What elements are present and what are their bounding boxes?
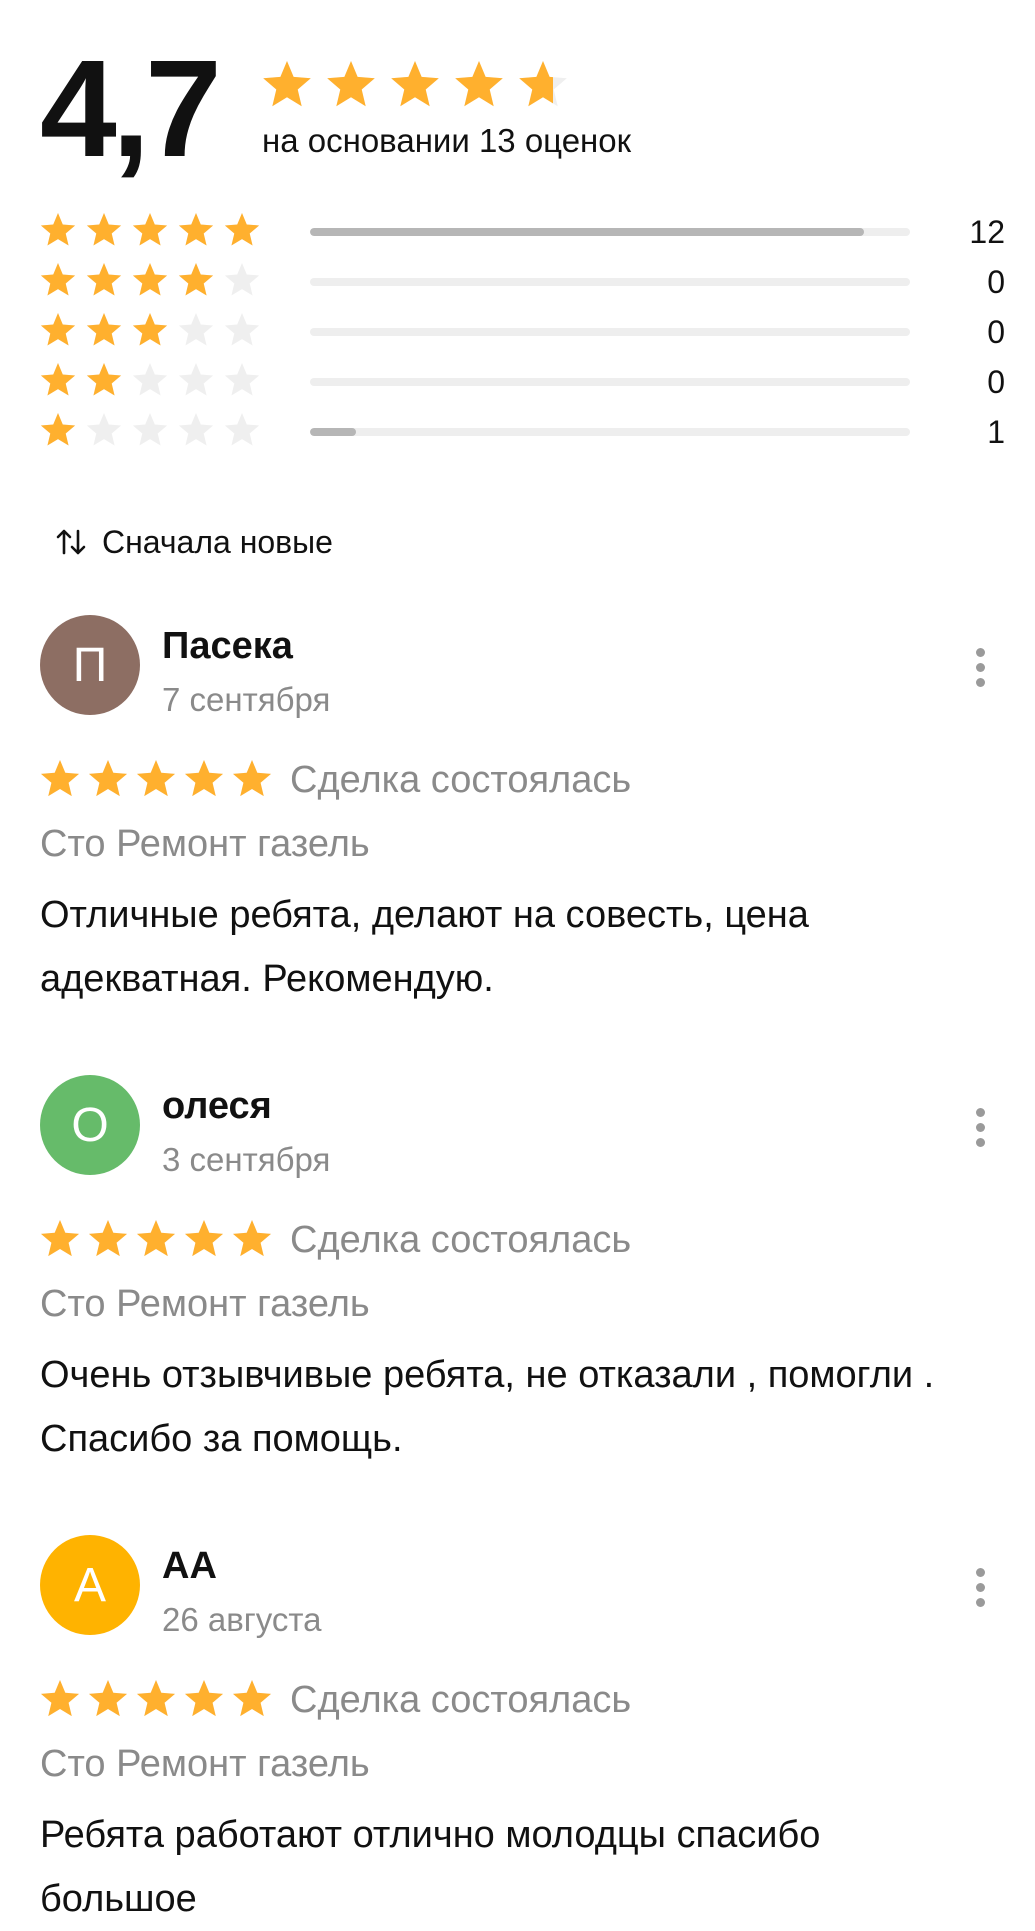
review-stars-icon	[40, 1220, 272, 1257]
review-rating: Сделка состоялась	[40, 1215, 631, 1265]
review-date: 7 сентября	[162, 681, 331, 718]
review-stars-icon	[40, 1680, 272, 1717]
average-score: 4,7	[40, 32, 222, 186]
distribution-count: 0	[987, 364, 1005, 400]
review-text: Ребята работают отлично молодцы спасибо …	[40, 1814, 821, 1920]
more-options-icon[interactable]	[960, 1557, 1000, 1617]
review-service[interactable]: Сто Ремонт газель	[40, 1283, 370, 1326]
row-stars-icon	[40, 413, 260, 446]
row-stars-icon	[40, 213, 260, 246]
distribution-count: 0	[987, 264, 1005, 300]
review-rating: Сделка состоялась	[40, 1675, 631, 1725]
row-stars-icon	[40, 363, 260, 396]
deal-status: Сделка состоялась	[290, 758, 632, 801]
rating-distribution: 12 0 0 0 1	[40, 208, 1005, 458]
review-service[interactable]: Сто Ремонт газель	[40, 1743, 370, 1786]
more-options-icon[interactable]	[960, 1097, 1000, 1157]
sort-label: Сначала новые	[102, 523, 333, 560]
review-author[interactable]: олеся	[162, 1085, 272, 1128]
review-author[interactable]: АА	[162, 1545, 217, 1588]
avatar[interactable]: О	[40, 1075, 140, 1175]
review-rating: Сделка состоялась	[40, 755, 631, 805]
distribution-row[interactable]: 0	[40, 258, 1005, 308]
avatar[interactable]: А	[40, 1535, 140, 1635]
deal-status: Сделка состоялась	[290, 1678, 632, 1721]
distribution-count: 12	[969, 214, 1005, 250]
review-service[interactable]: Сто Ремонт газель	[40, 823, 370, 866]
review-author[interactable]: Пасека	[162, 625, 293, 668]
review-date: 3 сентября	[162, 1141, 331, 1178]
distribution-row[interactable]: 0	[40, 308, 1005, 358]
review-date: 26 августа	[162, 1601, 322, 1638]
row-stars-icon	[40, 313, 260, 346]
average-stars	[263, 61, 567, 107]
deal-status: Сделка состоялась	[290, 1218, 632, 1261]
sort-arrows-icon	[56, 529, 86, 555]
distribution-row[interactable]: 1	[40, 408, 1005, 458]
distribution-bar-track	[310, 228, 910, 236]
review-card: П Пасека 7 сентября Сделка состоялась Ст…	[40, 615, 1000, 1000]
more-options-icon[interactable]	[960, 637, 1000, 697]
distribution-bar-track	[310, 428, 910, 436]
review-text: Очень отзывчивые ребята, не отказали , п…	[40, 1354, 935, 1460]
distribution-row[interactable]: 12	[40, 208, 1005, 258]
review-card: А АА 26 августа Сделка состоялась Сто Ре…	[40, 1535, 1000, 1920]
distribution-count: 0	[987, 314, 1005, 350]
distribution-bar-fill	[310, 228, 864, 236]
distribution-bar-track	[310, 278, 910, 286]
distribution-bar-fill	[310, 428, 357, 436]
distribution-bar-track	[310, 378, 910, 386]
row-stars-icon	[40, 263, 260, 296]
ratings-count-label: на основании 13 оценок	[262, 122, 632, 159]
sort-button[interactable]: Сначала новые	[54, 520, 333, 564]
distribution-count: 1	[987, 414, 1005, 450]
avatar[interactable]: П	[40, 615, 140, 715]
distribution-row[interactable]: 0	[40, 358, 1005, 408]
review-text: Отличные ребята, делают на совесть, цена…	[40, 894, 809, 1000]
review-stars-icon	[40, 760, 272, 797]
rating-summary: 4,7 на основании 13 оценок	[40, 40, 1000, 178]
distribution-bar-track	[310, 328, 910, 336]
review-card: О олеся 3 сентября Сделка состоялась Сто…	[40, 1075, 1000, 1460]
